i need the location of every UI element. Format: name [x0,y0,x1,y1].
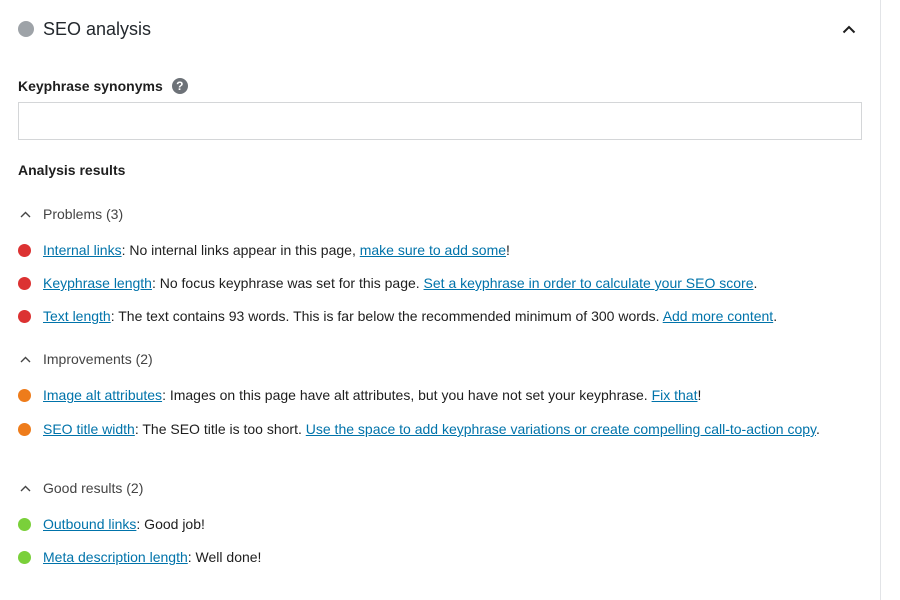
keyphrase-variations-link[interactable]: Use the space to add keyphrase variation… [306,421,816,437]
improvement-bullet-icon [18,389,31,402]
result-end: . [753,275,758,291]
chevron-up-icon [20,356,30,362]
fix-that-link[interactable]: Fix that [652,387,698,403]
problem-bullet-icon [18,277,31,290]
chevron-up-icon [20,485,30,491]
outbound-links-link[interactable]: Outbound links [43,516,136,532]
help-icon[interactable]: ? [171,78,188,94]
result-item: Image alt attributes: Images on this pag… [18,385,818,406]
image-alt-attributes-link[interactable]: Image alt attributes [43,387,162,403]
panel-title: SEO analysis [43,18,152,39]
result-item: SEO title width: The SEO title is too sh… [18,419,820,461]
chevron-up-icon [20,211,30,217]
good-results-toggle[interactable]: Good results (2) [18,478,143,498]
keyphrase-synonyms-input[interactable] [18,102,862,140]
result-end: . [816,421,820,437]
synonyms-label: Keyphrase synonyms [18,78,163,94]
problems-label: Problems (3) [43,206,124,222]
result-item: Internal links: No internal links appear… [18,240,818,261]
status-dot-icon [18,21,34,37]
result-text: : Images on this page have alt attribute… [162,387,652,403]
keyphrase-length-link[interactable]: Keyphrase length [43,275,152,291]
result-item: Text length: The text contains 93 words.… [18,306,818,327]
analysis-results-heading: Analysis results [18,162,126,178]
result-text: : The SEO title is too short. [134,421,306,437]
add-more-content-link[interactable]: Add more content [663,308,774,324]
improvement-bullet-icon [18,423,31,436]
improvements-label: Improvements (2) [43,351,153,367]
improvements-toggle[interactable]: Improvements (2) [18,349,153,369]
problems-toggle[interactable]: Problems (3) [18,204,123,224]
good-bullet-icon [18,551,31,564]
problem-bullet-icon [18,310,31,323]
good-bullet-icon [18,518,31,531]
seo-title-width-link[interactable]: SEO title width [43,421,135,437]
result-item: Keyphrase length: No focus keyphrase was… [18,273,818,294]
collapse-button[interactable] [838,18,860,40]
good-results-label: Good results (2) [43,480,144,496]
result-item: Meta description length: Well done! [18,547,818,568]
result-end: ! [697,387,702,403]
text-length-link[interactable]: Text length [43,308,111,324]
chevron-up-icon [842,25,856,33]
page: SEO analysis Keyphrase synonyms ? Analys… [0,0,900,600]
result-text: : The text contains 93 words. This is fa… [110,308,663,324]
result-text: : Well done! [187,549,262,565]
result-text: : No internal links appear in this page, [121,242,360,258]
add-internal-links-link[interactable]: make sure to add some [360,242,506,258]
panel-header[interactable]: SEO analysis [18,17,151,41]
result-text: : No focus keyphrase was set for this pa… [151,275,424,291]
result-item: Outbound links: Good job! [18,514,818,535]
problem-bullet-icon [18,244,31,257]
result-end: . [773,308,778,324]
divider [880,0,881,600]
set-keyphrase-link[interactable]: Set a keyphrase in order to calculate yo… [424,275,754,291]
meta-description-length-link[interactable]: Meta description length [43,549,188,565]
synonyms-label-row: Keyphrase synonyms ? [18,76,188,96]
internal-links-link[interactable]: Internal links [43,242,122,258]
result-end: ! [506,242,510,258]
seo-analysis-panel: SEO analysis Keyphrase synonyms ? Analys… [0,0,880,600]
result-text: : Good job! [136,516,205,532]
